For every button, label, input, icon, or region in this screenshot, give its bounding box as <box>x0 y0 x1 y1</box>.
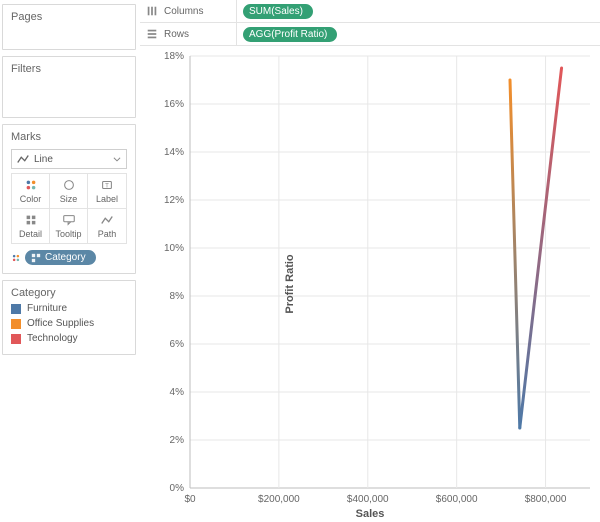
marks-card: Marks Line Color Size T <box>2 124 136 274</box>
detail-icon <box>24 213 38 227</box>
shelves: Columns SUM(Sales) Rows AGG(Profit Ratio… <box>140 0 600 46</box>
svg-text:2%: 2% <box>170 435 185 446</box>
mark-path-button[interactable]: Path <box>88 209 126 243</box>
color-icon <box>24 178 38 192</box>
pages-title: Pages <box>11 11 127 23</box>
chart-area[interactable]: 0% 2% 4% 6% 8% 10% 12% 14% 16% 18% $0 $200,000 $400,… <box>140 46 600 522</box>
filters-title: Filters <box>11 63 127 75</box>
svg-text:18%: 18% <box>164 51 184 62</box>
svg-text:12%: 12% <box>164 195 184 206</box>
svg-text:$400,000: $400,000 <box>347 494 389 505</box>
svg-text:6%: 6% <box>170 339 185 350</box>
columns-shelf[interactable]: Columns SUM(Sales) <box>140 0 600 22</box>
legend-label: Office Supplies <box>27 318 94 329</box>
mark-properties-grid: Color Size T Label Detail Tooltip <box>11 173 127 244</box>
rows-field-label: AGG(Profit Ratio) <box>249 29 327 40</box>
svg-text:$800,000: $800,000 <box>525 494 567 505</box>
svg-text:T: T <box>105 183 109 190</box>
mark-detail-button[interactable]: Detail <box>12 209 50 243</box>
size-icon <box>62 178 76 192</box>
mark-color-label: Color <box>20 194 42 204</box>
category-pill[interactable]: Category <box>25 250 96 265</box>
legend-title: Category <box>11 287 127 299</box>
mark-color-button[interactable]: Color <box>12 174 50 209</box>
mark-tooltip-label: Tooltip <box>55 229 81 239</box>
pages-shelf[interactable]: Pages <box>2 4 136 50</box>
rows-label: Rows <box>164 29 189 40</box>
mark-size-button[interactable]: Size <box>50 174 88 209</box>
marks-title: Marks <box>11 131 127 143</box>
app-root: Pages Filters Marks Line Color <box>0 0 600 522</box>
legend-label: Furniture <box>27 303 67 314</box>
svg-text:14%: 14% <box>164 147 184 158</box>
svg-text:16%: 16% <box>164 99 184 110</box>
columns-icon <box>146 5 158 17</box>
color-icon <box>11 253 21 263</box>
mark-type-label: Line <box>34 154 53 165</box>
chevron-down-icon <box>112 154 122 164</box>
mark-label-label: Label <box>96 194 118 204</box>
dimension-icon <box>31 253 41 263</box>
filters-shelf[interactable]: Filters <box>2 56 136 118</box>
line-icon <box>16 152 30 166</box>
category-pill-label: Category <box>45 252 86 263</box>
legend-swatch <box>11 334 21 344</box>
rows-field-pill[interactable]: AGG(Profit Ratio) <box>243 27 337 42</box>
path-icon <box>100 213 114 227</box>
legend-swatch <box>11 304 21 314</box>
mark-tooltip-button[interactable]: Tooltip <box>50 209 88 243</box>
mark-path-label: Path <box>98 229 117 239</box>
svg-text:$600,000: $600,000 <box>436 494 478 505</box>
rows-shelf[interactable]: Rows AGG(Profit Ratio) <box>140 22 600 45</box>
chart-svg: 0% 2% 4% 6% 8% 10% 12% 14% 16% 18% $0 $200,000 $400,… <box>140 46 600 522</box>
legend-item[interactable]: Office Supplies <box>11 318 127 329</box>
legend-item[interactable]: Furniture <box>11 303 127 314</box>
main-panel: Columns SUM(Sales) Rows AGG(Profit Ratio… <box>140 0 600 522</box>
svg-text:8%: 8% <box>170 291 185 302</box>
svg-text:4%: 4% <box>170 387 185 398</box>
svg-text:10%: 10% <box>164 243 184 254</box>
svg-text:$200,000: $200,000 <box>258 494 300 505</box>
color-legend-card: Category Furniture Office Supplies Technol… <box>2 280 136 355</box>
columns-field-label: SUM(Sales) <box>249 6 303 17</box>
rows-icon <box>146 28 158 40</box>
columns-label: Columns <box>164 6 203 17</box>
columns-field-pill[interactable]: SUM(Sales) <box>243 4 313 19</box>
mark-type-dropdown[interactable]: Line <box>11 149 127 169</box>
tooltip-icon <box>62 213 76 227</box>
legend-swatch <box>11 319 21 329</box>
label-icon: T <box>100 178 114 192</box>
svg-text:0%: 0% <box>170 483 185 494</box>
sidebar: Pages Filters Marks Line Color <box>0 0 140 522</box>
mark-detail-label: Detail <box>19 229 42 239</box>
mark-size-label: Size <box>60 194 78 204</box>
mark-label-button[interactable]: T Label <box>88 174 126 209</box>
x-axis-title: Sales <box>140 508 600 520</box>
mark-color-assignments: Category <box>11 250 127 265</box>
legend-item[interactable]: Technology <box>11 333 127 344</box>
svg-text:$0: $0 <box>184 494 196 505</box>
y-axis-title: Profit Ratio <box>284 254 296 313</box>
legend-label: Technology <box>27 333 78 344</box>
